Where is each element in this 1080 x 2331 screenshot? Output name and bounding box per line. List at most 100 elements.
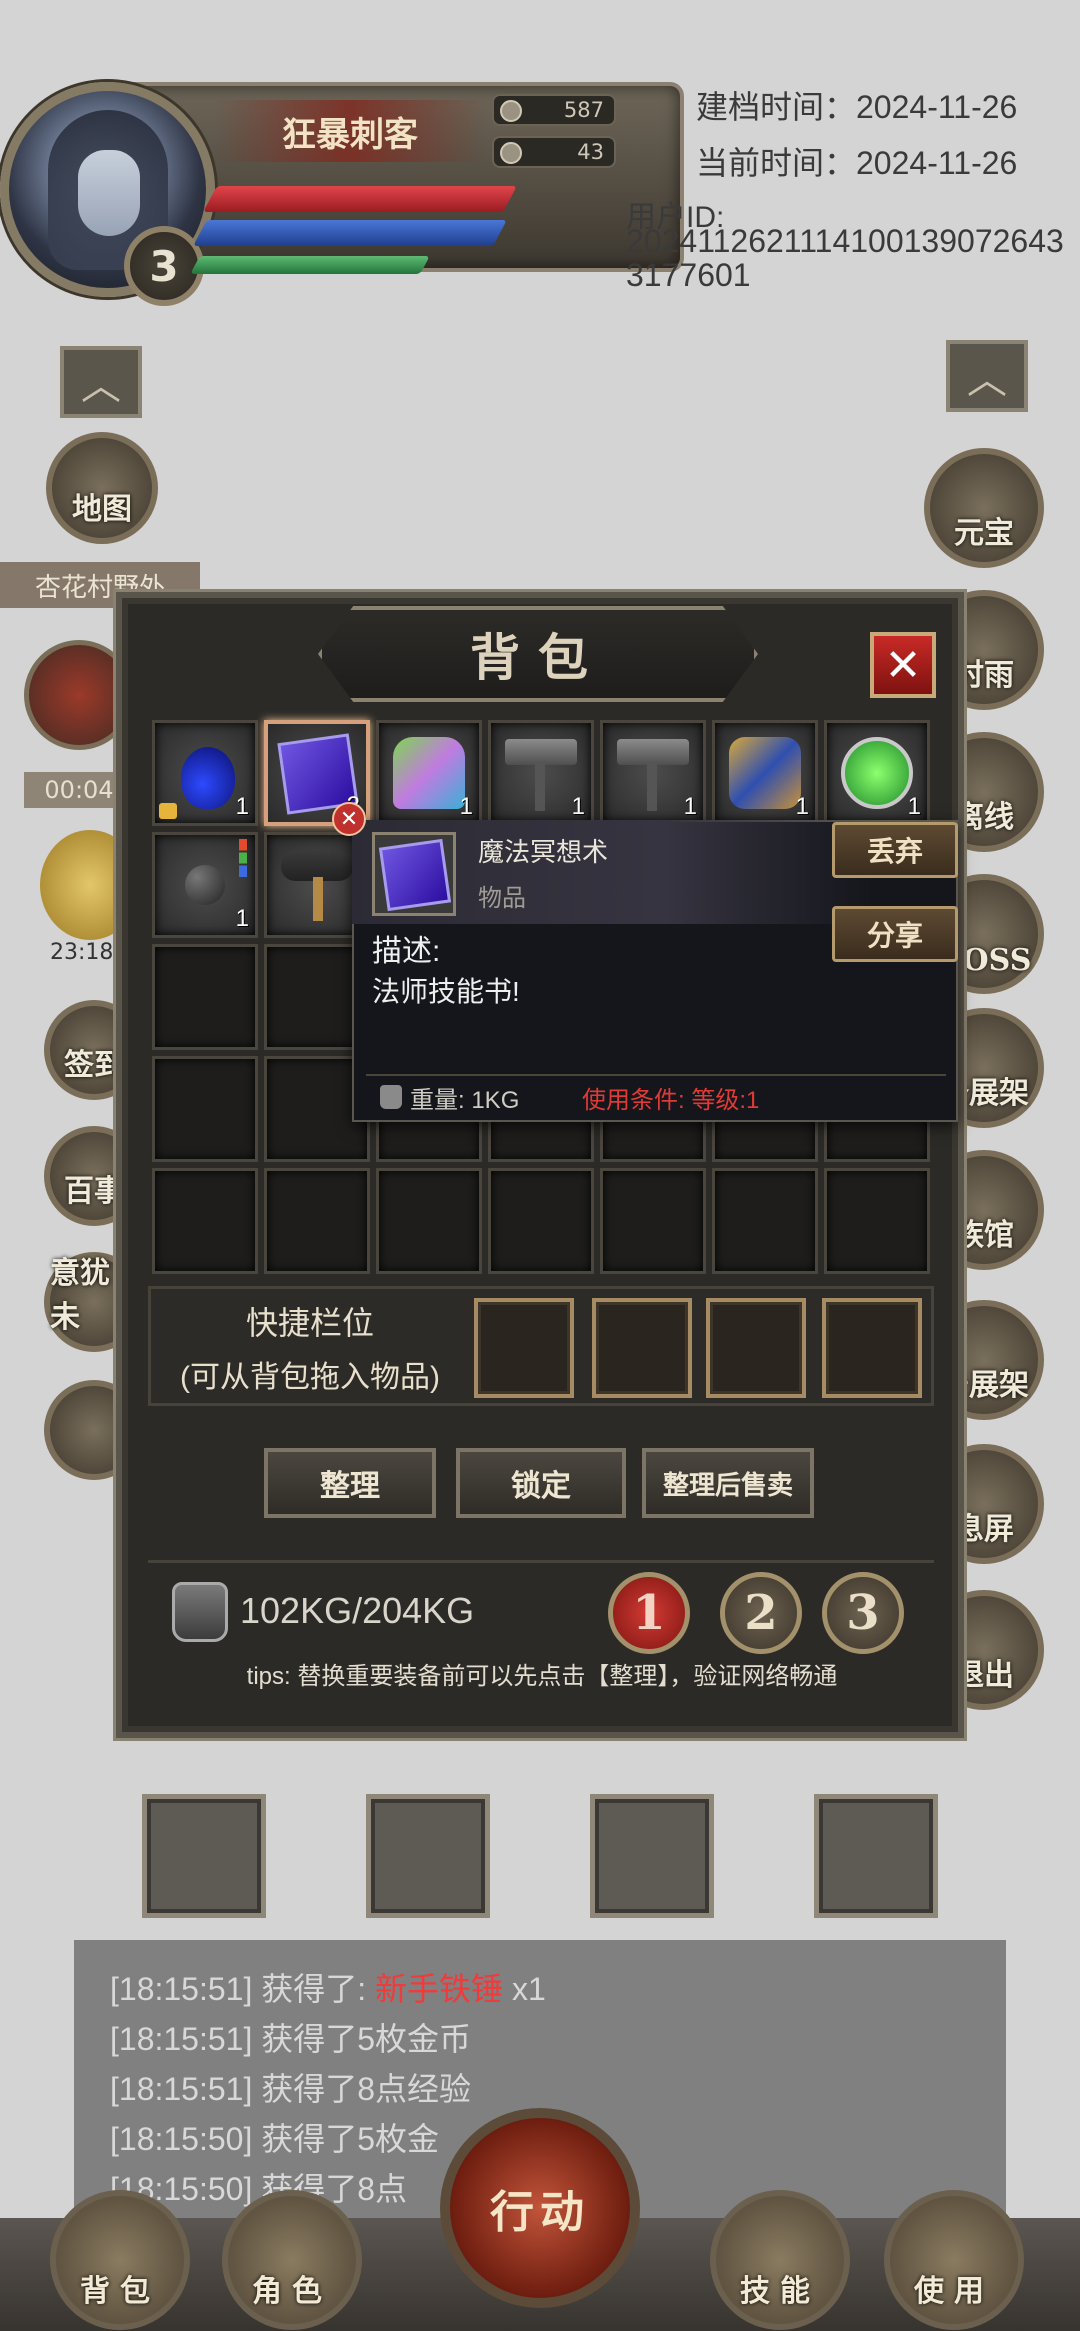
page-1-button[interactable]: 1 xyxy=(608,1572,690,1654)
nav-role-button[interactable]: 角色 xyxy=(222,2190,362,2330)
weight-icon xyxy=(380,1085,402,1109)
sort-and-sell-button[interactable]: 整理后售卖 xyxy=(642,1448,814,1518)
level-badge: 3 xyxy=(124,226,204,306)
current-time: 当前时间：2024-11-26 xyxy=(696,145,1018,181)
inventory-slot[interactable] xyxy=(152,1168,258,1274)
signin-label: 签到 xyxy=(64,1048,124,1083)
quick-slot-hint: (可从背包拖入物品) xyxy=(180,1361,440,1394)
page-3-button[interactable]: 3 xyxy=(822,1572,904,1654)
inventory-slot[interactable]: 1 xyxy=(376,720,482,826)
close-button[interactable]: ✕ xyxy=(870,632,936,698)
lock-button[interactable]: 锁定 xyxy=(456,1448,626,1518)
tooltip-divider xyxy=(366,1074,946,1076)
equip-slot-3[interactable] xyxy=(590,1794,714,1918)
item-count: 1 xyxy=(235,793,249,820)
inventory-slot[interactable] xyxy=(152,1056,258,1162)
inventory-slot[interactable]: 1 xyxy=(152,720,258,826)
nav-bag-button[interactable]: 背包 xyxy=(50,2190,190,2330)
inventory-slot[interactable]: 1 xyxy=(152,832,258,938)
quick-slot-title: 快捷栏位 xyxy=(245,1305,374,1341)
iron-hammer-icon xyxy=(505,739,577,811)
ingot-value: 43 xyxy=(577,140,604,164)
magic-book-icon xyxy=(378,838,452,912)
nav-use-button[interactable]: 使用 xyxy=(884,2190,1024,2330)
close-icon: ✕ xyxy=(884,639,922,691)
mp-bar xyxy=(193,220,507,246)
hp-bar xyxy=(203,186,517,212)
weight-icon xyxy=(172,1582,228,1642)
blue-potion-icon xyxy=(181,747,235,809)
avatar-face xyxy=(78,150,140,236)
share-button[interactable]: 分享 xyxy=(832,906,958,962)
spiked-mace-icon xyxy=(185,865,225,905)
inventory-slot[interactable] xyxy=(152,944,258,1050)
weight-value: 102KG/204KG xyxy=(240,1590,475,1631)
drop-button[interactable]: 丢弃 xyxy=(832,822,958,878)
tooltip-item-icon xyxy=(372,832,456,916)
tooltip-item-type: 物品 xyxy=(478,885,526,912)
nav-bag-label: 背包 xyxy=(80,2274,160,2309)
created-time: 建档时间：2024-11-26 xyxy=(696,89,1018,125)
nav-use-label: 使用 xyxy=(914,2274,994,2309)
yuanbao-button[interactable]: 元宝 xyxy=(924,448,1044,568)
equip-slot-4[interactable] xyxy=(814,1794,938,1918)
quick-slot-4[interactable] xyxy=(822,1298,922,1398)
collapse-left-button[interactable]: ︿ xyxy=(60,346,142,418)
inventory-slot[interactable] xyxy=(488,1168,594,1274)
gold-value: 587 xyxy=(563,98,604,122)
quick-slot-3[interactable] xyxy=(706,1298,806,1398)
quick-slot-2[interactable] xyxy=(592,1298,692,1398)
inventory-slot[interactable] xyxy=(264,1168,370,1274)
item-count: 1 xyxy=(683,793,697,820)
nav-role-label: 角色 xyxy=(252,2274,332,2309)
inventory-slot[interactable] xyxy=(824,1168,930,1274)
coin-icon xyxy=(500,100,522,122)
inventory-slot[interactable]: 1 xyxy=(488,720,594,826)
inventory-slot[interactable] xyxy=(712,1168,818,1274)
equip-slot-1[interactable] xyxy=(142,1794,266,1918)
log-line: [18:15:51] 获得了: 新手铁锤 x1 xyxy=(110,1971,546,2007)
events-label: 百事 xyxy=(64,1174,124,1209)
tooltip-desc: 法师技能书! xyxy=(372,976,520,1007)
equip-slot-2[interactable] xyxy=(366,1794,490,1918)
uid-value: 20241126211141001390726433177601 xyxy=(626,223,1064,293)
tips-text: tips: 替换重要装备前可以先点击【整理】，验证网络畅通 xyxy=(246,1663,838,1690)
log-line: [18:15:51] 获得了8点经验 xyxy=(110,2071,472,2107)
green-armor-icon xyxy=(393,737,465,809)
tooltip-close-icon[interactable]: ✕ xyxy=(332,802,366,836)
gem-dots-icon xyxy=(239,839,247,877)
ingot-counter: 43 xyxy=(492,136,616,168)
collapse-right-button[interactable]: ︿ xyxy=(946,340,1028,412)
action-button[interactable]: 行动 xyxy=(440,2108,640,2308)
chevron-up-icon: ︿ xyxy=(967,357,1007,403)
xp-bar xyxy=(190,256,430,274)
tooltip-weight: 重量: 1KG xyxy=(380,1080,519,1114)
item-count: 1 xyxy=(235,905,249,932)
item-count: 1 xyxy=(459,793,473,820)
map-button[interactable]: 地图 xyxy=(46,432,158,544)
quick-slot-1[interactable] xyxy=(474,1298,574,1398)
item-count: 1 xyxy=(571,793,585,820)
tooltip-condition: 使用条件: 等级:1 xyxy=(582,1086,760,1114)
inventory-slot[interactable]: 1 xyxy=(712,720,818,826)
inventory-slot[interactable] xyxy=(600,1168,706,1274)
action-label: 行动 xyxy=(490,2187,590,2238)
sort-button[interactable]: 整理 xyxy=(264,1448,436,1518)
item-count: 1 xyxy=(795,793,809,820)
player-name: 狂暴刺客 xyxy=(215,100,485,162)
tooltip-desc-title: 描述: xyxy=(372,935,441,968)
yuanbao-label: 元宝 xyxy=(954,516,1014,551)
nav-skill-label: 技能 xyxy=(740,2274,820,2309)
tooltip-item-name: 魔法冥想术 xyxy=(478,837,609,867)
inventory-slot[interactable] xyxy=(376,1168,482,1274)
ingot-icon xyxy=(500,142,522,164)
wood-hammer-icon xyxy=(281,851,353,921)
tooltip-weight-value: 重量: 1KG xyxy=(410,1086,520,1114)
dragon-timer: 23:18 xyxy=(50,940,114,965)
inventory-slot[interactable]: 1 xyxy=(824,720,930,826)
page-2-button[interactable]: 2 xyxy=(720,1572,802,1654)
golden-armor-icon xyxy=(729,737,801,809)
nav-skill-button[interactable]: 技能 xyxy=(710,2190,850,2330)
jade-skull-icon xyxy=(841,737,913,809)
inventory-slot[interactable]: 1 xyxy=(600,720,706,826)
